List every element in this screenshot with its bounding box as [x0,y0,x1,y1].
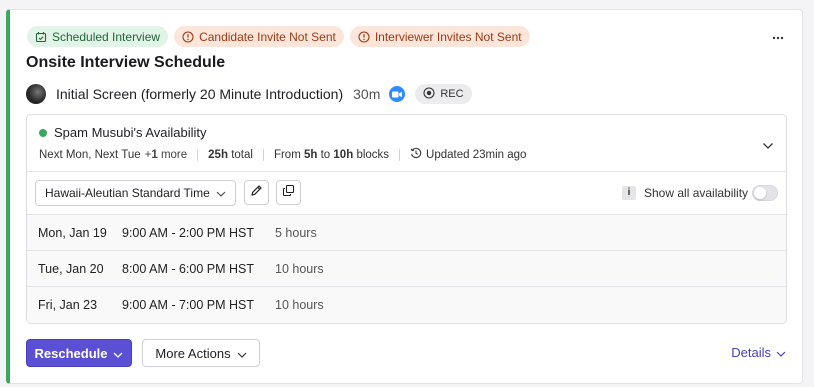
slot-hours: 5 hours [275,226,317,240]
table-row: Mon, Jan 19 9:00 AM - 2:00 PM HST 5 hour… [27,215,786,251]
timezone-select[interactable]: Hawaii-Aleutian Standard Time [35,180,236,206]
copy-button[interactable] [276,180,301,205]
slot-day: Tue, Jan 20 [38,262,104,276]
slot-time: 8:00 AM - 6:00 PM HST [122,262,254,276]
slot-hours: 10 hours [275,262,324,276]
reschedule-button[interactable]: Reschedule [26,339,132,367]
page-title: Onsite Interview Schedule [26,54,226,71]
alert-circle-icon [358,30,370,43]
availability-title: Spam Musubi's Availability [39,125,207,140]
interview-schedule-card: Scheduled Interview Candidate Invite Not… [6,9,803,384]
availability-header[interactable]: Spam Musubi's Availability Next Mon, Nex… [27,115,786,172]
edit-button[interactable] [244,180,269,205]
chevron-down-icon [237,346,247,361]
reschedule-label: Reschedule [34,345,108,361]
show-all-availability-toggle[interactable] [752,185,778,201]
slot-time: 9:00 AM - 7:00 PM HST [122,298,254,312]
slot-day: Mon, Jan 19 [38,226,107,240]
availability-more[interactable]: +1 more [145,149,188,161]
status-badges: Scheduled Interview Candidate Invite Not… [27,26,530,47]
pencil-icon [250,184,263,202]
kebab-menu-icon[interactable] [772,32,784,40]
slot-day: Fri, Jan 23 [38,298,98,312]
interviewer-invites-label: Interviewer Invites Not Sent [374,29,522,44]
scheduled-interview-label: Scheduled Interview [52,29,161,44]
interview-name: Initial Screen (formerly 20 Minute Intro… [56,86,344,102]
availability-blocks: From 5h to 10h blocks [273,148,390,161]
more-actions-label: More Actions [155,345,231,361]
timezone-value: Hawaii-Aleutian Standard Time [45,186,210,200]
chevron-down-icon [113,346,123,361]
scheduled-interview-badge: Scheduled Interview [27,26,169,47]
candidate-invite-badge: Candidate Invite Not Sent [174,26,344,47]
interviewer-invites-badge: Interviewer Invites Not Sent [349,26,530,47]
chevron-down-icon[interactable] [762,137,774,155]
table-row: Fri, Jan 23 9:00 AM - 7:00 PM HST 10 hou… [27,287,786,323]
slot-time: 9:00 AM - 2:00 PM HST [122,226,254,240]
candidate-invite-label: Candidate Invite Not Sent [199,29,336,44]
toggle-knob [754,187,766,199]
details-link[interactable]: Details [731,345,786,360]
more-actions-button[interactable]: More Actions [142,339,260,367]
availability-meta: Next Mon, Next Tue +1 more 25h total Fro… [39,147,526,162]
history-clock-icon [410,147,422,162]
record-badge: REC [415,84,472,104]
divider [399,148,401,161]
slot-hours: 10 hours [275,298,324,312]
interview-row: Initial Screen (formerly 20 Minute Intro… [26,83,472,105]
copy-icon [282,184,295,202]
info-icon[interactable]: i [622,186,636,200]
availability-name: Spam Musubi's Availability [54,125,207,140]
show-all-availability-label: Show all availability [644,186,749,200]
alert-circle-icon [182,30,194,43]
table-row: Tue, Jan 20 8:00 AM - 6:00 PM HST 10 hou… [27,251,786,287]
availability-panel: Spam Musubi's Availability Next Mon, Nex… [26,114,787,324]
timezone-row: Hawaii-Aleutian Standard Time i Show all… [27,172,786,215]
chevron-down-icon [216,186,226,200]
updated-label: Updated 23min ago [426,148,527,161]
divider [262,148,264,161]
availability-days: Next Mon, Next Tue [39,148,141,161]
status-dot [39,128,47,137]
slot-list: Mon, Jan 19 9:00 AM - 2:00 PM HST 5 hour… [27,215,786,323]
record-icon [423,86,435,102]
calendar-check-icon [35,31,47,43]
divider [197,148,199,161]
details-label: Details [731,345,771,360]
record-label: REC [440,88,464,100]
avatar [26,84,46,104]
chevron-down-icon [776,345,786,360]
zoom-video-icon[interactable] [389,86,406,102]
availability-total: 25h total [208,148,253,161]
availability-updated: Updated 23min ago [410,147,526,162]
interview-duration: 30m [353,86,381,102]
